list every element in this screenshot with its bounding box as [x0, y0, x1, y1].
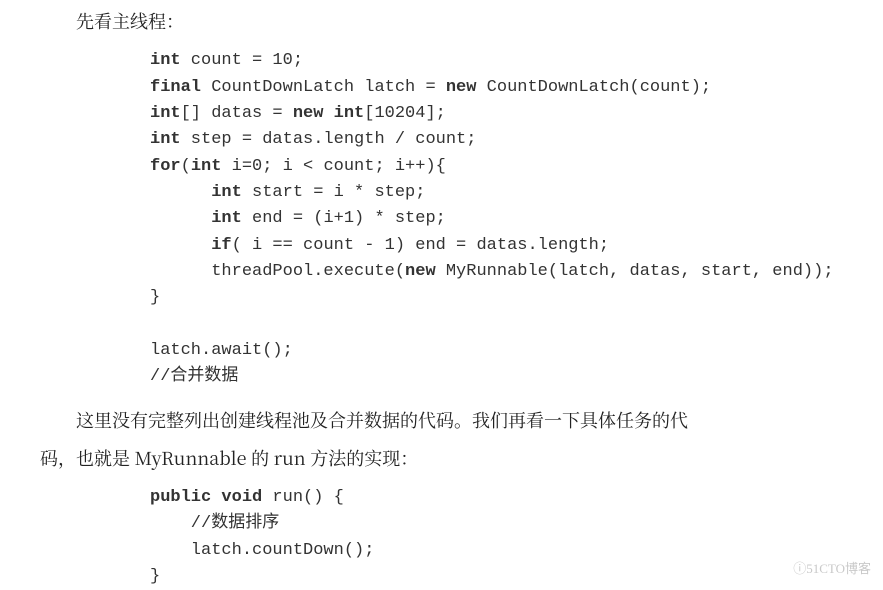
- text-intro-1: 先看主线程：: [40, 4, 843, 38]
- watermark-text: ⓘ51CTO博客: [793, 557, 871, 582]
- text-paragraph-2: 这里没有完整列出创建线程池及合并数据的代码。我们再看一下具体任务的代 码，也就是…: [40, 403, 843, 475]
- code-block-run-method: public void run() { //数据排序 latch.countDo…: [150, 485, 843, 590]
- text-paragraph-2-line1: 这里没有完整列出创建线程池及合并数据的代码。我们再看一下具体任务的代: [40, 403, 843, 437]
- watermark-icon: ⓘ: [793, 561, 806, 576]
- text-paragraph-2-line2: 码，也就是 MyRunnable 的 run 方法的实现：: [40, 441, 843, 475]
- code-block-main-thread: int count = 10; final CountDownLatch lat…: [150, 48, 843, 390]
